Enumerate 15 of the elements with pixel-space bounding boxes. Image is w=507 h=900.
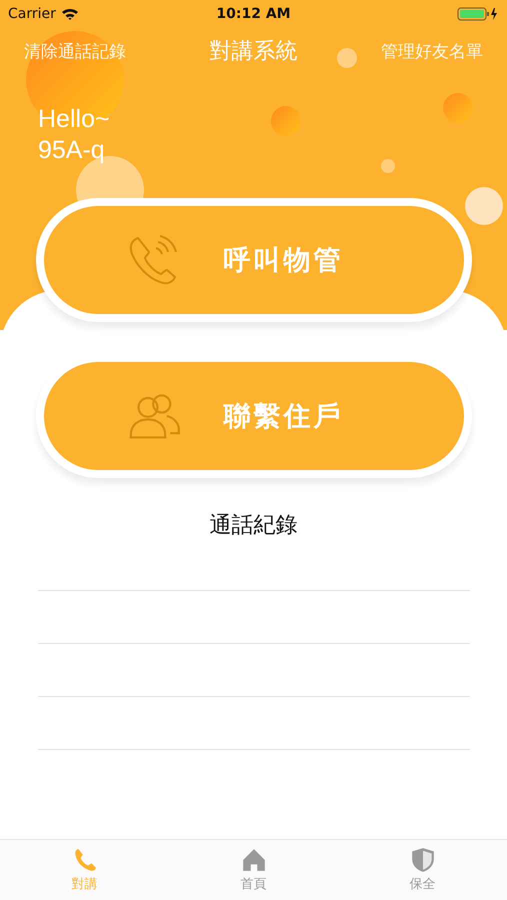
history-title: 通話紀錄 — [210, 512, 298, 540]
page-title: 對講系統 — [210, 38, 298, 66]
home-icon — [240, 847, 266, 873]
wifi-icon — [62, 8, 78, 20]
tab-item[interactable]: 對講 — [0, 840, 169, 900]
carrier-label: Carrier — [8, 6, 56, 22]
tab-item[interactable]: 首頁 — [169, 840, 338, 900]
clear-history-link[interactable]: 清除通話記錄 — [24, 40, 126, 62]
status-time: 10:12 AM — [216, 6, 291, 22]
battery-icon — [457, 7, 499, 21]
greeting-text: Hello~ — [38, 104, 111, 135]
shield-icon — [410, 847, 436, 873]
manage-friends-link[interactable]: 管理好友名單 — [381, 40, 483, 62]
tab-item[interactable]: 保全 — [338, 840, 507, 900]
greeting-text: 95A-q — [38, 135, 106, 166]
